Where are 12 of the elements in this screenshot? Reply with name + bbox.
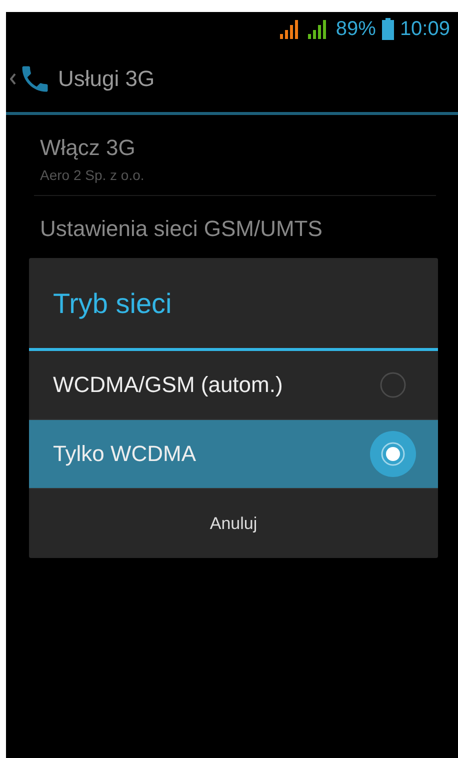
setting-title[interactable]: Włącz 3G bbox=[40, 135, 424, 161]
radio-button[interactable] bbox=[370, 431, 416, 477]
battery-icon bbox=[382, 18, 394, 40]
cancel-button[interactable]: Anuluj bbox=[29, 489, 438, 558]
screen-title: Usługi 3G bbox=[58, 66, 155, 92]
network-mode-option[interactable]: Tylko WCDMA bbox=[29, 420, 438, 489]
back-caret-icon bbox=[10, 72, 16, 86]
battery-percent: 89% bbox=[336, 18, 376, 40]
clock-time: 10:09 bbox=[400, 18, 450, 40]
setting-title[interactable]: Ustawienia sieci GSM/UMTS bbox=[40, 216, 424, 242]
setting-summary: Aero 2 Sp. z o.o. bbox=[40, 167, 146, 183]
dialog-title: Tryb sieci bbox=[52, 287, 173, 321]
